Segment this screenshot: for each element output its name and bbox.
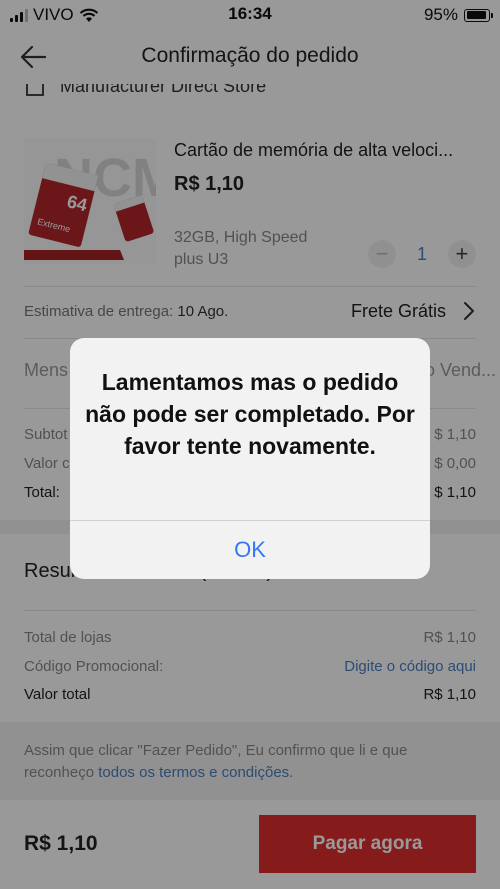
alert-dialog: Lamentamos mas o pedido não pode ser com… [70,338,430,579]
alert-message: Lamentamos mas o pedido não pode ser com… [85,369,415,459]
ok-button[interactable]: OK [70,521,430,579]
